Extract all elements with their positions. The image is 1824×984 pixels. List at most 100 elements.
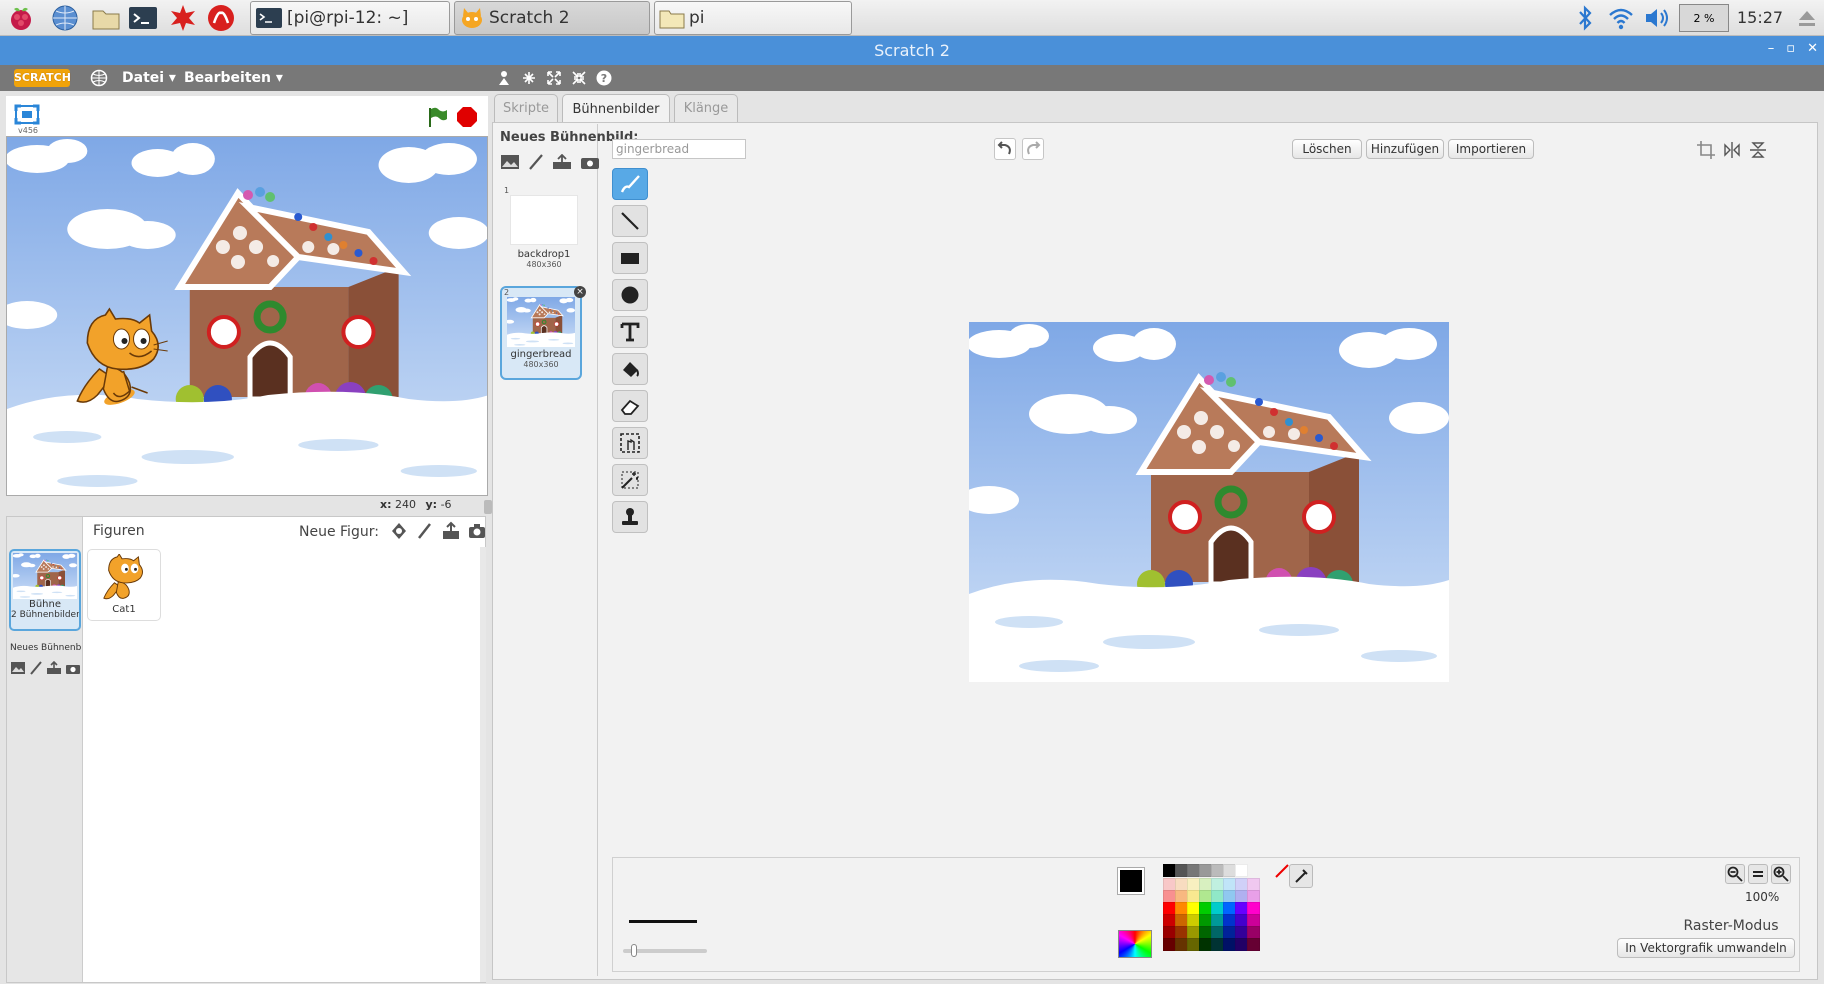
- backdrop-library-icon[interactable]: [500, 154, 520, 170]
- stage-canvas[interactable]: [6, 136, 488, 496]
- task-file-manager[interactable]: pi: [654, 1, 852, 35]
- brush-width-handle[interactable]: [631, 944, 637, 957]
- zoom-reset-button[interactable]: [1748, 864, 1768, 884]
- tab-scripts[interactable]: Skripte: [494, 94, 558, 122]
- minimize-button[interactable]: –: [1768, 41, 1775, 56]
- brush-icon: [620, 175, 640, 193]
- stage-size-toggle[interactable]: [484, 500, 492, 514]
- backdrop-item-2[interactable]: 2 gingerbread 480x360 ×: [500, 286, 586, 380]
- paint-options-panel: 100% Raster-Modus In Vektorgrafik umwand…: [612, 857, 1800, 972]
- rectangle-tool[interactable]: [612, 242, 648, 274]
- x-label: x:: [380, 498, 392, 511]
- paint-brush-icon[interactable]: [528, 154, 544, 170]
- bluetooth-icon[interactable]: [1570, 3, 1600, 33]
- camera-icon[interactable]: [467, 521, 487, 541]
- duplicate-icon[interactable]: [496, 70, 512, 86]
- presentation-mode-icon[interactable]: [14, 104, 40, 126]
- gingerbread-backdrop-image: [969, 322, 1449, 682]
- tab-sounds[interactable]: Klänge: [674, 94, 738, 122]
- stage-thumb-image: [13, 553, 77, 599]
- brush-tool[interactable]: [612, 168, 648, 200]
- mathematica-icon[interactable]: [168, 3, 198, 33]
- terminal-icon[interactable]: [128, 3, 158, 33]
- upload-icon[interactable]: [552, 154, 572, 170]
- backdrop-name: backdrop1: [517, 249, 571, 260]
- grow-icon[interactable]: [546, 70, 562, 86]
- color-swatch[interactable]: [1247, 938, 1260, 951]
- add-button[interactable]: Hinzufügen: [1366, 139, 1444, 159]
- scratch-cat-icon: [462, 8, 482, 28]
- primary-color-swatch[interactable]: [1117, 867, 1145, 895]
- sprite-scrollbar[interactable]: [480, 547, 486, 982]
- menu-edit[interactable]: Bearbeiten ▾: [184, 70, 283, 86]
- scratch-logo[interactable]: SCRATCH: [14, 69, 71, 87]
- close-button[interactable]: ✕: [1807, 41, 1818, 56]
- magic-select-tool[interactable]: [612, 464, 648, 496]
- sprite-thumbnail-cat1[interactable]: Cat1: [87, 549, 161, 621]
- wifi-icon[interactable]: [1606, 3, 1636, 33]
- paint-brush-icon[interactable]: [29, 661, 43, 675]
- delete-scissors-icon[interactable]: [521, 70, 537, 86]
- maximize-button[interactable]: ▫: [1786, 41, 1795, 56]
- zoom-level: 100%: [1745, 890, 1780, 904]
- color-palette[interactable]: [1163, 864, 1287, 964]
- cursor-tools: ?: [496, 70, 612, 86]
- upload-icon[interactable]: [441, 521, 461, 541]
- backdrop-name-field[interactable]: [612, 139, 746, 159]
- eraser-tool[interactable]: [612, 390, 648, 422]
- x-value: 240: [395, 498, 416, 511]
- import-button[interactable]: Importieren: [1448, 139, 1534, 159]
- camera-icon[interactable]: [65, 661, 81, 675]
- wolfram-icon[interactable]: [206, 3, 236, 33]
- flip-vertical-icon[interactable]: [1748, 140, 1768, 160]
- globe-icon[interactable]: [90, 69, 108, 87]
- paint-brush-icon[interactable]: [415, 521, 435, 541]
- convert-to-vector-button[interactable]: In Vektorgrafik umwandeln: [1617, 938, 1795, 958]
- stage-thumb-count: 2 Bühnenbilder: [11, 610, 79, 620]
- tab-backdrops[interactable]: Bühnenbilder: [562, 94, 670, 124]
- shrink-icon[interactable]: [571, 70, 587, 86]
- clear-button[interactable]: Löschen: [1292, 139, 1362, 159]
- browser-icon[interactable]: [50, 3, 80, 33]
- backdrop-item-1[interactable]: 1 backdrop1 480x360: [504, 186, 584, 269]
- no-color-swatch[interactable]: [1275, 864, 1289, 878]
- ellipse-tool[interactable]: [612, 279, 648, 311]
- undo-button[interactable]: [994, 138, 1016, 160]
- green-flag-icon[interactable]: [426, 106, 448, 128]
- sprite-name: Cat1: [112, 604, 136, 615]
- text-tool[interactable]: [612, 316, 648, 348]
- mouse-coordinates: x: 240 y: -6: [380, 498, 452, 511]
- crop-icon[interactable]: [1696, 140, 1716, 160]
- redo-button[interactable]: [1022, 138, 1044, 160]
- fill-tool[interactable]: [612, 353, 648, 385]
- select-tool[interactable]: [612, 427, 648, 459]
- eyedropper-button[interactable]: [1289, 864, 1313, 888]
- line-icon: [621, 212, 639, 230]
- zoom-in-button[interactable]: [1771, 864, 1791, 884]
- menu-file[interactable]: Datei ▾: [122, 70, 176, 86]
- backdrop-library-icon[interactable]: [10, 661, 26, 675]
- camera-icon[interactable]: [580, 154, 600, 170]
- eject-icon[interactable]: [1792, 3, 1822, 33]
- terminal-icon: [256, 8, 282, 28]
- raspberry-menu-icon[interactable]: [6, 3, 36, 33]
- task-scratch[interactable]: Scratch 2: [454, 1, 650, 35]
- volume-icon[interactable]: [1642, 3, 1672, 33]
- sprite-library-icon[interactable]: [389, 521, 409, 541]
- color-swatch[interactable]: [1235, 864, 1248, 877]
- line-tool[interactable]: [612, 205, 648, 237]
- stage-thumbnail[interactable]: Bühne 2 Bühnenbilder: [9, 549, 81, 631]
- task-terminal[interactable]: [pi@rpi-12: ~]: [250, 1, 450, 35]
- help-icon[interactable]: ?: [596, 70, 612, 86]
- file-manager-icon[interactable]: [91, 3, 121, 33]
- color-picker-button[interactable]: [1118, 930, 1152, 958]
- delete-backdrop-button[interactable]: ×: [574, 286, 586, 298]
- gingerbread-stage-image: [7, 137, 488, 496]
- flip-horizontal-icon[interactable]: [1722, 140, 1742, 160]
- upload-icon[interactable]: [46, 661, 62, 675]
- backdrop-name: gingerbread: [510, 349, 572, 360]
- paint-canvas[interactable]: [969, 322, 1449, 682]
- stamp-tool[interactable]: [612, 501, 648, 533]
- stop-icon[interactable]: [456, 106, 478, 128]
- zoom-out-button[interactable]: [1725, 864, 1745, 884]
